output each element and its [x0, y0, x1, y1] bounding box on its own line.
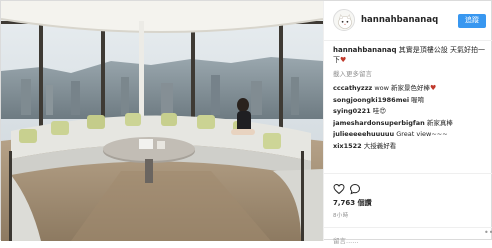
- comment-text: Great view~~~: [394, 130, 448, 138]
- more-options-icon[interactable]: •••: [484, 228, 492, 238]
- add-comment-input[interactable]: [333, 234, 485, 248]
- instagram-post: hannahbananaq 追蹤 hannahbananaq 其實是頂樓公設 天…: [0, 0, 492, 248]
- rooftop-lounge-image: [1, 1, 323, 241]
- comment-username[interactable]: sying0221: [333, 107, 371, 115]
- post-actions: 7,763 個讚 8小時: [324, 173, 492, 219]
- post-caption: hannahbananaq 其實是頂樓公設 天氣好拍一下♥: [333, 45, 488, 65]
- comment-item: songjoongki1986mei 喔唷: [333, 95, 488, 105]
- load-more-comments-link[interactable]: 載入更多留言: [333, 68, 488, 78]
- comment-item: julieeeeehuuuuu Great view~~~: [333, 129, 488, 139]
- red-heart-emoji-icon: ♥: [340, 56, 347, 64]
- comment-username[interactable]: jameshardonsuperbigfan: [333, 119, 425, 127]
- comment-username[interactable]: songjoongki1986mei: [333, 96, 409, 104]
- comment-item: jameshardonsuperbigfan 新家真棒: [333, 118, 488, 128]
- comment-username[interactable]: julieeeeehuuuuu: [333, 130, 394, 138]
- like-heart-icon[interactable]: [333, 180, 345, 195]
- post-photo[interactable]: [1, 1, 323, 241]
- comment-username[interactable]: cccathyzzz: [333, 84, 372, 92]
- comments-section: hannahbananaq 其實是頂樓公設 天氣好拍一下♥ 載入更多留言 ccc…: [324, 45, 492, 152]
- action-buttons-row: [333, 180, 485, 195]
- add-comment-bar: [324, 227, 492, 248]
- comment-item: sying0221 哇😍: [333, 106, 488, 116]
- comment-text: 新家真棒: [424, 118, 453, 127]
- cat-avatar-icon[interactable]: [333, 9, 355, 31]
- post-timestamp: 8小時: [333, 213, 349, 219]
- caption-username[interactable]: hannahbananaq: [333, 46, 397, 54]
- heart-emoji-icon: ♥: [430, 84, 437, 92]
- comment-text: 大授義好看: [361, 141, 397, 150]
- post-sidebar: hannahbananaq 追蹤 hannahbananaq 其實是頂樓公設 天…: [323, 1, 492, 248]
- comment-text: 喔唷: [409, 95, 425, 104]
- post-username[interactable]: hannahbananaq: [361, 15, 438, 25]
- comment-text: wow 新家景色好棒: [372, 84, 431, 92]
- comment-bubble-icon[interactable]: [349, 180, 361, 195]
- comment-text: 哇😍: [370, 107, 387, 115]
- comment-username[interactable]: xix1522: [333, 142, 362, 150]
- likes-count[interactable]: 7,763 個讚: [333, 198, 485, 208]
- comment-item: xix1522 大授義好看: [333, 141, 488, 151]
- comment-item: cccathyzzz wow 新家景色好棒♥: [333, 83, 488, 93]
- post-header: hannahbananaq 追蹤: [324, 1, 492, 41]
- follow-button[interactable]: 追蹤: [458, 14, 486, 28]
